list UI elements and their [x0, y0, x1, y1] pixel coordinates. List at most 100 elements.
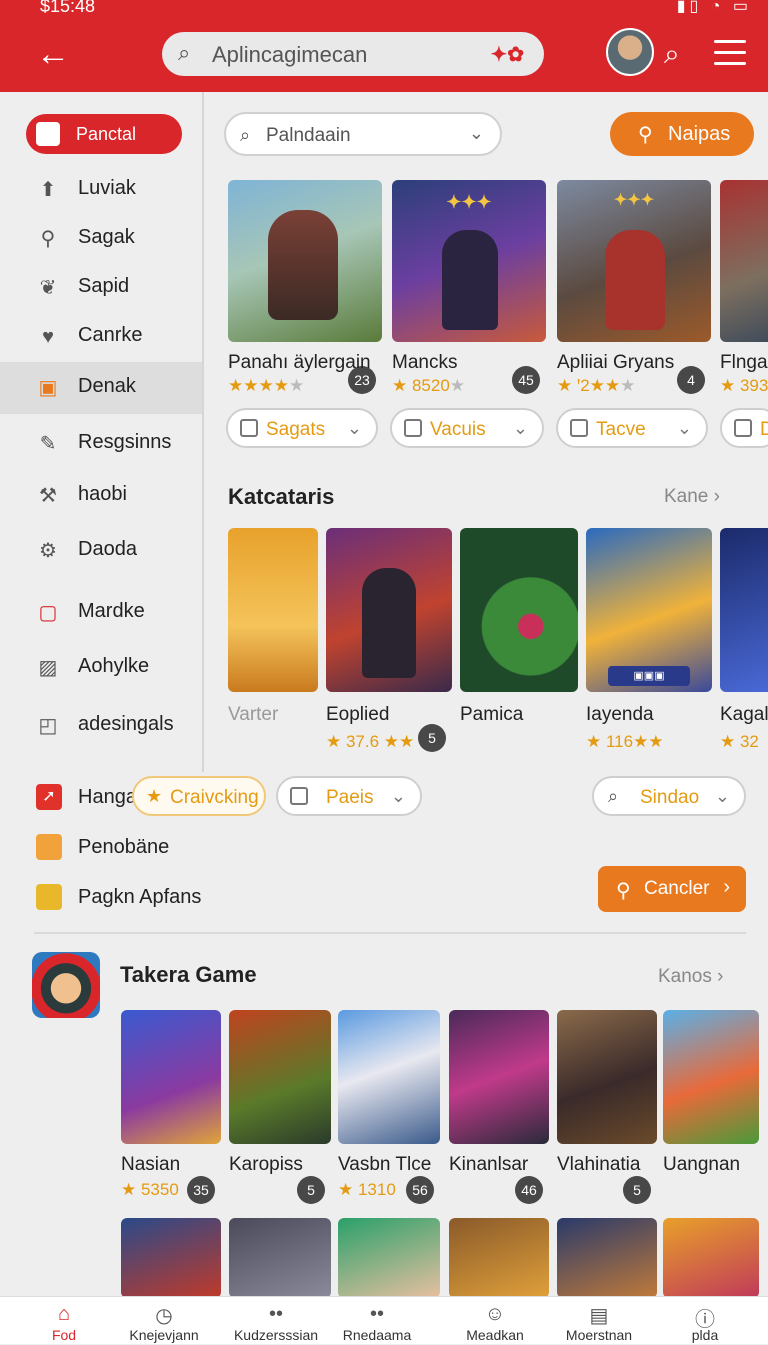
info-icon: ⓘ — [695, 1309, 715, 1331]
sidebar-item-adesingals[interactable]: ◰ adesingals — [0, 700, 202, 750]
heart-icon: ♥ — [42, 326, 54, 348]
search-icon[interactable]: ⌕ — [664, 38, 680, 71]
chip-craivcking[interactable]: ★ Craivcking — [132, 776, 266, 816]
filter-dropdown[interactable]: ⌕ Palndaain ⌄ — [224, 112, 502, 156]
filter-pill-sagats[interactable]: Sagats ⌄ — [226, 408, 378, 448]
game-thumbnail[interactable] — [121, 1218, 221, 1298]
status-time: $15:48 — [40, 0, 96, 16]
pill-label: Tacve — [596, 419, 646, 440]
game-card[interactable]: Uangnan — [663, 1010, 759, 1210]
game-thumbnail — [720, 528, 768, 692]
pill-label: D — [760, 419, 768, 440]
nav-item-rnedaama[interactable]: •• Rnedaama — [324, 1297, 430, 1345]
game-thumbnail — [326, 528, 452, 692]
game-card[interactable]: 56 Vasbn Tlce ★ 1310 — [338, 1010, 440, 1210]
chip-label: Sindao — [640, 787, 700, 808]
sidebar-item-label: Luviak — [78, 177, 136, 199]
section-title: Takera Game — [120, 962, 257, 987]
sidebar-item-label: Resgsinns — [78, 431, 172, 453]
sidebar-item-daoda[interactable]: ⚙ Daoda — [0, 525, 202, 575]
sidebar-item-aohylke[interactable]: ▨ Aohylke — [0, 642, 202, 692]
sidebar-item-label: Aohylke — [78, 655, 150, 677]
featured-card[interactable]: ✦✦✦ 45 Mancks ★ 8520★ — [392, 180, 546, 400]
menu-icon[interactable] — [714, 40, 746, 66]
avatar[interactable] — [606, 28, 654, 76]
sidebar-item-penobane[interactable]: Penobäne — [0, 826, 200, 870]
nav-item-kudzersssian[interactable]: •• Kudzersssian — [220, 1297, 332, 1345]
nav-item-knejevjann[interactable]: ◷ Knejevjann — [108, 1297, 220, 1345]
user-icon: ⚲ — [638, 124, 653, 146]
game-thumbnail[interactable] — [449, 1218, 549, 1298]
category-card[interactable]: ▣▣▣ Iayenda ★ 116★★ — [586, 528, 712, 758]
chip-sindao[interactable]: ⌕ Sindao ⌄ — [592, 776, 746, 816]
count-badge: 45 — [512, 366, 540, 394]
sidebar-item-denak[interactable]: ▣ Denak — [0, 362, 202, 414]
sidebar-item-haobi[interactable]: ⚒ haobi — [0, 470, 202, 520]
game-card[interactable]: 46 Kinanlsar — [449, 1010, 549, 1210]
game-thumbnail — [557, 1010, 657, 1144]
top-app-bar: $15:48 ▮▯ ◔ ▭ ← ⌕ Aplincagimecan ✦✿ ⌕ — [0, 0, 768, 92]
naipas-button[interactable]: ⚲ Naipas — [610, 112, 754, 156]
game-thumbnail[interactable] — [229, 1218, 331, 1298]
category-card[interactable]: Kagal ★ 32 — [720, 528, 768, 758]
game-title: Varter — [228, 704, 279, 725]
chip-label: Craivcking — [170, 787, 259, 808]
dots-icon: •• — [369, 1303, 384, 1325]
sidebar-item-canrke[interactable]: ♥ Canrke — [0, 311, 202, 361]
sidebar-item-pagkn-apfans[interactable]: Pagkn Apfans — [0, 876, 220, 920]
sidebar-item-resgsinns[interactable]: ✎ Resgsinns — [0, 418, 202, 468]
featured-card[interactable]: ✦✦✦ 4 Apliiai Gryans ★ ꞌ2★★★ — [557, 180, 711, 400]
filter-pill-tacve[interactable]: Tacve ⌄ — [556, 408, 708, 448]
game-card[interactable]: 5 Karopiss — [229, 1010, 331, 1210]
nav-label: Moerstnan — [565, 1327, 633, 1343]
pill-label: Sagats — [266, 419, 326, 440]
chip-paeis[interactable]: Paeis ⌄ — [276, 776, 422, 816]
game-card[interactable]: 5 Vlahinatia — [557, 1010, 657, 1210]
sidebar-item-mardke[interactable]: ▢ Mardke — [0, 587, 202, 637]
sidebar-item-label: haobi — [78, 483, 127, 505]
leaf-icon: ❦ — [39, 277, 57, 299]
calendar-icon — [290, 787, 308, 805]
nav-item-plda[interactable]: ⓘ plda — [658, 1297, 752, 1345]
see-more-link[interactable]: Kane › — [664, 486, 720, 508]
game-thumbnail — [229, 1010, 331, 1144]
category-card[interactable]: 5 Eoplied ★ 37.6 ★★ — [326, 528, 452, 758]
game-thumbnail[interactable] — [663, 1218, 759, 1298]
search-bar[interactable]: ⌕ Aplincagimecan ✦✿ — [162, 32, 544, 76]
see-more-link[interactable]: Kanos › — [658, 966, 723, 988]
sidebar-item-sapid[interactable]: ❦ Sapid — [0, 262, 202, 312]
game-thumbnail: ✦✦✦ — [557, 180, 711, 342]
filter-pill-d[interactable]: D — [720, 408, 768, 448]
game-title: Iayenda — [586, 704, 654, 725]
game-thumbnail — [720, 180, 768, 342]
game-card[interactable]: 35 Nasian ★ 5350 — [121, 1010, 221, 1210]
search-icon: ⌕ — [608, 786, 619, 806]
game-app-icon[interactable] — [32, 952, 100, 1018]
checkbox-icon — [570, 419, 588, 437]
category-card[interactable]: Varter — [228, 528, 318, 758]
game-title: Apliiai Gryans — [557, 352, 675, 373]
nav-item-home[interactable]: ⌂ Fod — [10, 1297, 118, 1345]
featured-card[interactable]: 23 Panahı äylergain ★★★★★ — [228, 180, 382, 400]
game-thumbnail — [121, 1010, 221, 1144]
count-badge: 56 — [406, 1176, 434, 1204]
nav-item-moerstnan[interactable]: ▤ Moerstnan — [548, 1297, 650, 1345]
count-badge: 5 — [418, 724, 446, 752]
back-arrow-icon[interactable]: ← — [36, 36, 72, 72]
search-icon: ⌕ — [178, 40, 191, 65]
featured-card[interactable]: Flngai ★ 393 — [720, 180, 768, 400]
game-thumbnail[interactable] — [557, 1218, 657, 1298]
tool-icon: ⚲ — [40, 228, 56, 250]
nav-label: plda — [691, 1327, 719, 1343]
sidebar-item-sagak[interactable]: ⚲ Sagak — [0, 213, 202, 263]
filter-pill-vacuis[interactable]: Vacuis ⌄ — [390, 408, 544, 448]
sidebar-item-luviak[interactable]: ⬆ Luviak — [0, 164, 202, 214]
sidebar-item-active[interactable]: Panctal — [26, 114, 182, 154]
category-card[interactable]: Pamica — [460, 528, 578, 758]
search-input[interactable]: Aplincagimecan — [212, 42, 367, 68]
cancel-button[interactable]: ⚲ Cancler › — [598, 866, 746, 912]
nav-item-meadkan[interactable]: ☺ Meadkan — [440, 1297, 550, 1345]
sidebar-item-label: Canrke — [78, 324, 143, 346]
user-icon: ⚲ — [616, 880, 631, 902]
game-thumbnail[interactable] — [338, 1218, 440, 1298]
